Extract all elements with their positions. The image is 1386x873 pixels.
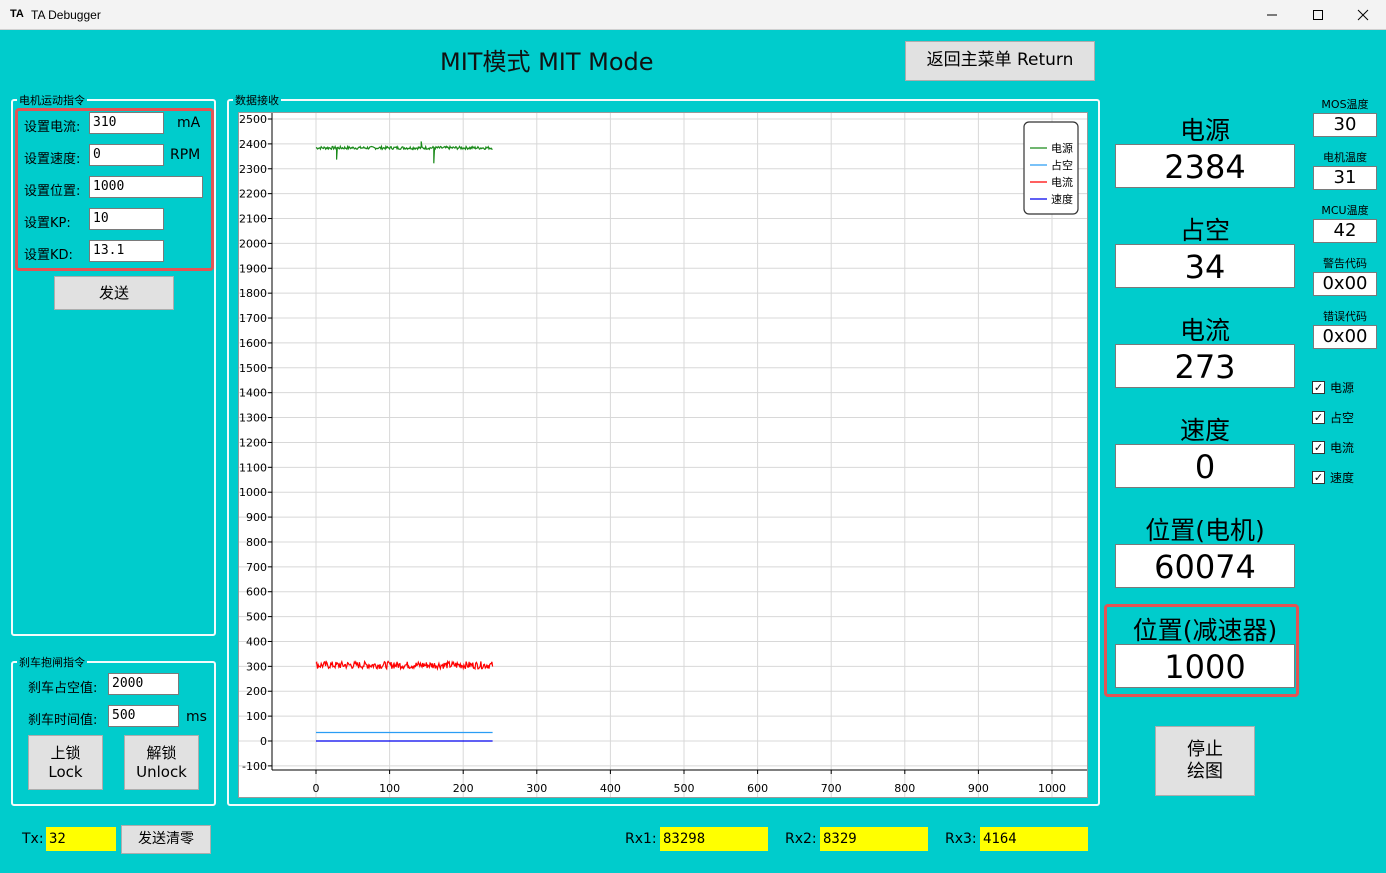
x-tick-label: 700 [821, 782, 842, 795]
checkbox-check-icon: ✓ [1312, 441, 1325, 454]
stop-plot-button[interactable]: 停止 绘图 [1155, 726, 1255, 796]
readout-duty-value: 34 [1115, 244, 1295, 288]
mcu-temp-label: MCU温度 [1321, 204, 1369, 217]
motor-temp-label: 电机温度 [1323, 151, 1367, 164]
y-tick-label: 1000 [239, 486, 267, 499]
gear-position-highlight [1104, 604, 1299, 697]
y-tick-label: 0 [260, 735, 267, 748]
y-tick-label: 100 [246, 710, 267, 723]
y-tick-label: 700 [246, 561, 267, 574]
y-tick-label: 900 [246, 511, 267, 524]
show-duty-checkbox[interactable]: ✓ 占空 [1312, 409, 1354, 426]
y-tick-label: 1800 [239, 287, 267, 300]
legend-label: 电源 [1051, 141, 1073, 155]
rx2-label: Rx2: [785, 831, 817, 847]
mos-temp-label: MOS温度 [1321, 98, 1369, 111]
rx3-counter: 4164 [980, 827, 1088, 851]
y-tick-label: 2500 [239, 113, 267, 126]
show-duty-label: 占空 [1330, 411, 1355, 425]
readout-current-label: 电流 [1179, 316, 1230, 345]
motor-temp-value: 31 [1313, 166, 1377, 190]
y-tick-label: 2400 [239, 138, 267, 151]
y-tick-label: 1400 [239, 387, 267, 400]
series-line-3 [315, 659, 494, 671]
tx-counter: 32 [46, 827, 116, 851]
checkbox-check-icon: ✓ [1312, 381, 1325, 394]
y-tick-label: 500 [246, 611, 267, 624]
show-speed-label: 速度 [1330, 471, 1355, 485]
readout-motor-position-value: 60074 [1115, 544, 1295, 588]
readout-speed-value: 0 [1115, 444, 1295, 488]
rx1-counter: 83298 [660, 827, 768, 851]
y-tick-label: 1500 [239, 362, 267, 375]
y-tick-label: 1200 [239, 436, 267, 449]
x-tick-label: 400 [600, 782, 621, 795]
clear-send-button[interactable]: 发送清零 [121, 825, 211, 854]
y-tick-label: 200 [246, 685, 267, 698]
y-tick-label: 800 [246, 536, 267, 549]
show-power-checkbox[interactable]: ✓ 电源 [1312, 379, 1354, 396]
readout-current-value: 273 [1115, 344, 1295, 388]
readout-motor-position-label: 位置(电机) [1145, 516, 1265, 545]
rx3-label: Rx3: [945, 831, 977, 847]
tx-label: Tx: [22, 831, 44, 847]
legend-label: 电流 [1051, 175, 1073, 189]
x-tick-label: 500 [674, 782, 695, 795]
mcu-temp-value: 42 [1313, 219, 1377, 243]
y-tick-label: 2000 [239, 237, 267, 250]
checkbox-check-icon: ✓ [1312, 471, 1325, 484]
y-tick-label: 600 [246, 586, 267, 599]
warning-code-label: 警告代码 [1323, 257, 1367, 270]
checkbox-check-icon: ✓ [1312, 411, 1325, 424]
y-tick-label: 400 [246, 635, 267, 648]
rx2-counter: 8329 [820, 827, 928, 851]
y-tick-label: -100 [242, 760, 267, 773]
x-tick-label: 900 [968, 782, 989, 795]
x-tick-label: 200 [453, 782, 474, 795]
show-speed-checkbox[interactable]: ✓ 速度 [1312, 469, 1354, 486]
rx1-label: Rx1: [625, 831, 657, 847]
error-code-value: 0x00 [1313, 325, 1377, 349]
y-tick-label: 1700 [239, 312, 267, 325]
x-tick-label: 800 [894, 782, 915, 795]
legend-label: 速度 [1051, 192, 1073, 206]
x-tick-label: 300 [526, 782, 547, 795]
y-tick-label: 1900 [239, 262, 267, 275]
show-current-label: 电流 [1330, 441, 1355, 455]
y-tick-label: 1600 [239, 337, 267, 350]
show-current-checkbox[interactable]: ✓ 电流 [1312, 439, 1354, 456]
y-tick-label: 1300 [239, 412, 267, 425]
readout-power-value: 2384 [1115, 144, 1295, 188]
error-code-label: 错误代码 [1323, 310, 1367, 323]
x-tick-label: 600 [747, 782, 768, 795]
mos-temp-value: 30 [1313, 113, 1377, 137]
readout-speed-label: 速度 [1179, 416, 1230, 445]
readout-duty-label: 占空 [1179, 216, 1230, 245]
legend-label: 占空 [1051, 158, 1073, 172]
readout-power-label: 电源 [1179, 116, 1230, 145]
y-tick-label: 2200 [239, 188, 267, 201]
y-tick-label: 300 [246, 660, 267, 673]
x-tick-label: 1000 [1038, 782, 1066, 795]
x-tick-label: 0 [313, 782, 320, 795]
y-tick-label: 1100 [239, 461, 267, 474]
y-tick-label: 2300 [239, 163, 267, 176]
x-tick-label: 100 [379, 782, 400, 795]
series-line-1 [315, 141, 493, 164]
warning-code-value: 0x00 [1313, 272, 1377, 296]
show-power-label: 电源 [1330, 381, 1355, 395]
y-tick-label: 2100 [239, 213, 267, 226]
